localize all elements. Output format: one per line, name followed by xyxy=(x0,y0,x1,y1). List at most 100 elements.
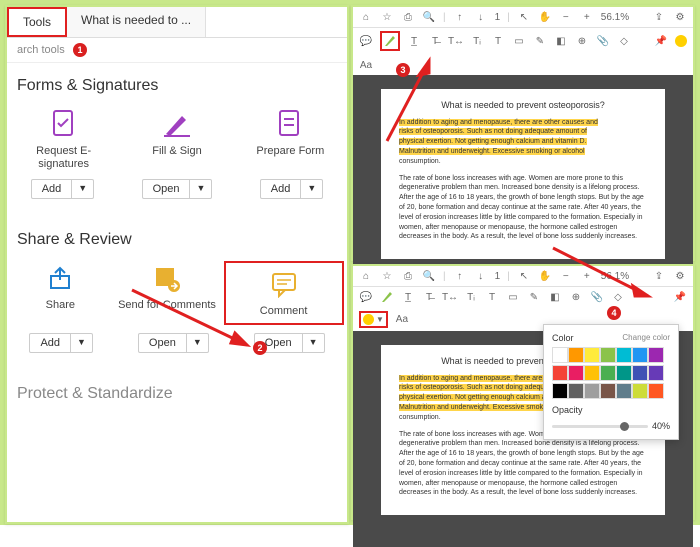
down-icon[interactable]: ↓ xyxy=(474,10,488,24)
tab-document[interactable]: What is needed to ... xyxy=(67,7,206,37)
note-icon[interactable]: 💬 xyxy=(359,34,373,48)
opacity-slider[interactable] xyxy=(552,425,648,428)
color-swatch[interactable] xyxy=(632,365,648,381)
color-swatch[interactable] xyxy=(648,365,664,381)
tool-label: Fill & Sign xyxy=(152,145,202,159)
text-icon[interactable]: T xyxy=(485,290,499,304)
star-icon[interactable]: ☆ xyxy=(380,10,394,24)
pen-icon xyxy=(160,107,194,141)
erase-icon[interactable]: ◧ xyxy=(554,34,568,48)
zoom-in-icon[interactable]: + xyxy=(580,10,594,24)
color-swatch[interactable] xyxy=(675,35,687,47)
color-swatch[interactable] xyxy=(600,383,616,399)
print-icon[interactable]: ⎙ xyxy=(401,10,415,24)
tool-label: Share xyxy=(46,299,75,313)
share-icon xyxy=(43,261,77,295)
add-button[interactable]: Add▼ xyxy=(29,333,93,353)
color-swatch[interactable] xyxy=(552,347,568,363)
color-swatch[interactable] xyxy=(616,383,632,399)
add-button[interactable]: Add▼ xyxy=(31,179,95,199)
document-icon xyxy=(47,107,81,141)
tab-tools[interactable]: Tools xyxy=(7,7,67,37)
color-swatch[interactable] xyxy=(584,365,600,381)
tool-label: Request E-signatures xyxy=(14,145,114,171)
bell-icon[interactable]: ⚙ xyxy=(673,10,687,24)
color-swatch[interactable] xyxy=(568,347,584,363)
color-swatch[interactable] xyxy=(616,347,632,363)
up-icon[interactable]: ↑ xyxy=(453,269,467,283)
note-icon[interactable]: 💬 xyxy=(359,290,373,304)
strikeout-icon[interactable]: T̶ xyxy=(422,290,436,304)
color-swatch[interactable] xyxy=(584,347,600,363)
page-number[interactable]: 1 xyxy=(495,12,501,23)
color-swatch[interactable] xyxy=(584,383,600,399)
badge-4: 4 xyxy=(607,306,621,320)
bell-icon[interactable]: ⚙ xyxy=(673,269,687,283)
tool-prepare-form[interactable]: Prepare Form xyxy=(240,107,340,171)
badge-1: 1 xyxy=(73,43,87,57)
color-swatch[interactable] xyxy=(568,383,584,399)
badge-2: 2 xyxy=(253,341,267,355)
pin-icon[interactable]: 📌 xyxy=(673,290,687,304)
tool-share[interactable]: Share xyxy=(10,261,110,325)
insert-icon[interactable]: Tᵢ xyxy=(470,34,484,48)
highlight-icon[interactable] xyxy=(380,290,394,304)
tool-fill-sign[interactable]: Fill & Sign xyxy=(127,107,227,171)
replace-icon[interactable]: T↔ xyxy=(443,290,457,304)
section-forms: Forms & Signatures xyxy=(7,63,347,103)
open-button[interactable]: Open▼ xyxy=(142,179,213,199)
color-swatch[interactable] xyxy=(648,383,664,399)
draw-icon[interactable]: ✎ xyxy=(527,290,541,304)
color-swatch[interactable] xyxy=(632,347,648,363)
text-style-icon[interactable]: Aa xyxy=(395,313,409,327)
home-icon[interactable]: ⌂ xyxy=(359,269,373,283)
insert-icon[interactable]: Tᵢ xyxy=(464,290,478,304)
home-icon[interactable]: ⌂ xyxy=(359,10,373,24)
add-button[interactable]: Add▼ xyxy=(260,179,324,199)
share-icon[interactable]: ⇪ xyxy=(652,10,666,24)
up-icon[interactable]: ↑ xyxy=(453,10,467,24)
change-color-link[interactable]: Change color xyxy=(622,333,670,343)
draw-icon[interactable]: ✎ xyxy=(533,34,547,48)
search-input[interactable]: arch tools xyxy=(7,38,347,63)
hand-icon[interactable]: ✋ xyxy=(538,10,552,24)
print-icon[interactable]: ⎙ xyxy=(401,269,415,283)
tools-panel: Tools What is needed to ... 1 arch tools… xyxy=(5,5,349,524)
document-view-highlight: ⌂ ☆ ⎙ 🔍 | ↑ ↓ 1 | ↖ ✋ − + 56.1% ⇪ ⚙ 💬 T̲… xyxy=(351,5,695,261)
section-protect: Protect & Standardize xyxy=(7,371,347,411)
highlight-icon[interactable] xyxy=(380,31,400,51)
doc-paragraph: The rate of bone loss increases with age… xyxy=(399,174,647,243)
color-picker-button[interactable]: ▼ xyxy=(359,311,388,328)
zoom-out-icon[interactable]: − xyxy=(559,10,573,24)
color-swatch[interactable] xyxy=(568,365,584,381)
cursor-icon[interactable]: ↖ xyxy=(517,269,531,283)
stamp-icon[interactable]: ⊕ xyxy=(575,34,589,48)
color-swatch[interactable] xyxy=(648,347,664,363)
color-swatch[interactable] xyxy=(552,383,568,399)
search-icon[interactable]: 🔍 xyxy=(422,269,436,283)
color-swatch[interactable] xyxy=(632,383,648,399)
close-icon[interactable]: Aa xyxy=(359,58,373,72)
textbox-icon[interactable]: ▭ xyxy=(512,34,526,48)
pin-icon[interactable]: 📌 xyxy=(654,34,668,48)
text-icon[interactable]: T xyxy=(491,34,505,48)
attach-icon[interactable]: 📎 xyxy=(596,34,610,48)
star-icon[interactable]: ☆ xyxy=(380,269,394,283)
search-icon[interactable]: 🔍 xyxy=(422,10,436,24)
strikeout-icon[interactable]: T̶ xyxy=(428,34,442,48)
replace-icon[interactable]: T↔ xyxy=(449,34,463,48)
zoom-level[interactable]: 56.1% xyxy=(601,12,629,23)
color-swatch[interactable] xyxy=(552,365,568,381)
color-grid xyxy=(552,347,670,399)
down-icon[interactable]: ↓ xyxy=(474,269,488,283)
textbox-icon[interactable]: ▭ xyxy=(506,290,520,304)
shapes-icon[interactable]: ◇ xyxy=(617,34,631,48)
color-swatch[interactable] xyxy=(600,365,616,381)
color-swatch[interactable] xyxy=(600,347,616,363)
color-swatch[interactable] xyxy=(616,365,632,381)
cursor-icon[interactable]: ↖ xyxy=(517,10,531,24)
underline-icon[interactable]: T̲ xyxy=(401,290,415,304)
tool-request-esignatures[interactable]: Request E-signatures xyxy=(14,107,114,171)
underline-icon[interactable]: T̲ xyxy=(407,34,421,48)
main-toolbar: ⌂ ☆ ⎙ 🔍 | ↑ ↓ 1 | ↖ ✋ − + 56.1% ⇪ ⚙ xyxy=(353,7,693,28)
